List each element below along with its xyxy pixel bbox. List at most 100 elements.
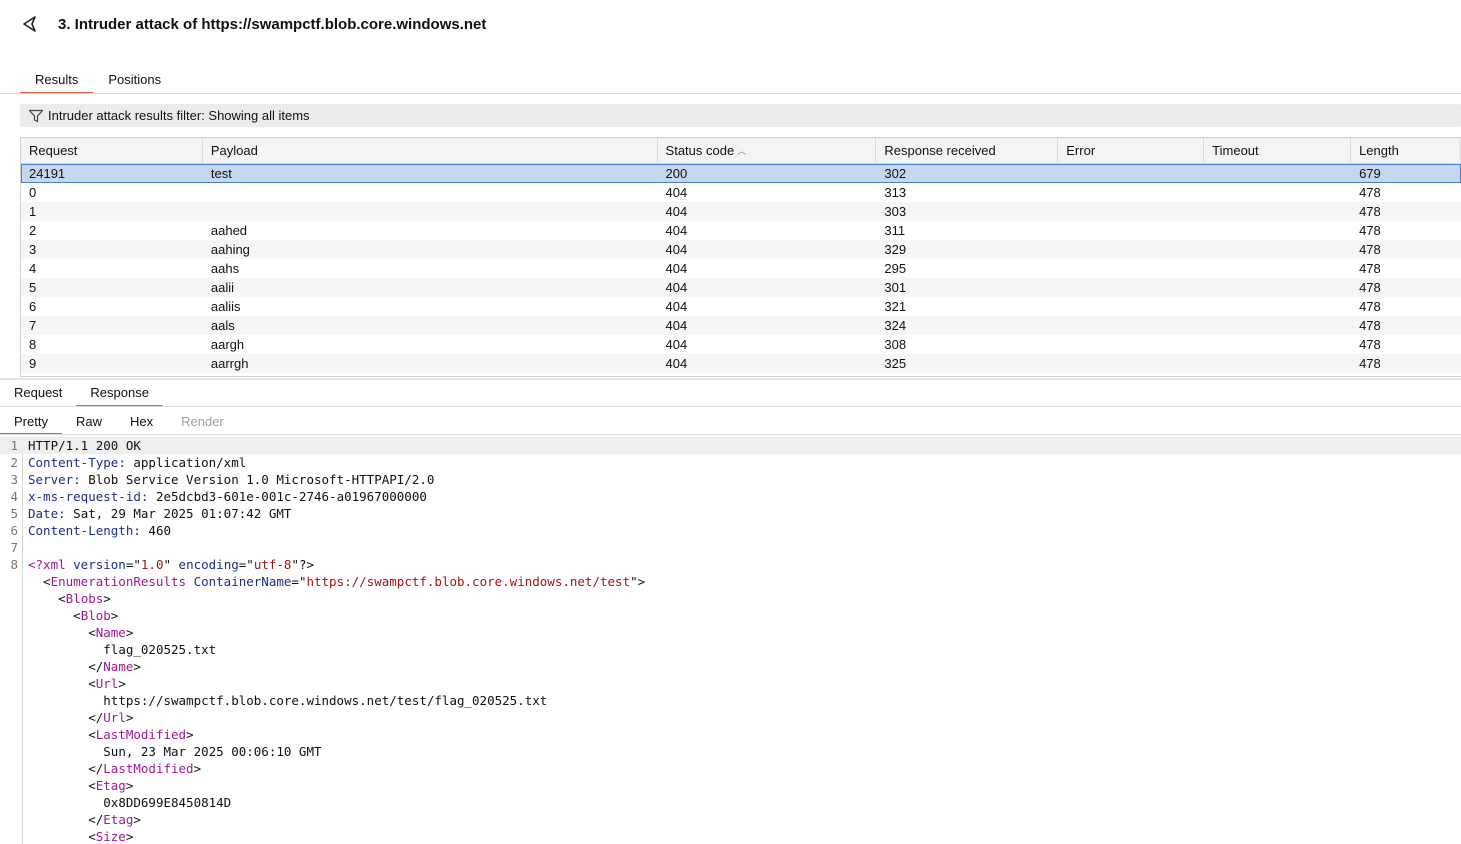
code-value: utf-8 — [253, 557, 292, 572]
code-token: > — [125, 710, 134, 725]
code-token: < — [28, 625, 96, 640]
table-row[interactable]: 1 404 303 478 — [21, 202, 1461, 221]
cell-status: 404 — [665, 299, 688, 314]
title-bar: 3. Intruder attack of https://swampctf.b… — [0, 0, 1461, 50]
code-value: flag_020525.txt — [103, 642, 217, 657]
view-mode-tabs: Pretty Raw Hex Render — [0, 410, 238, 435]
code-token: LastModified — [95, 727, 187, 742]
code-token: > — [118, 676, 126, 691]
cell-payload: aalii — [210, 280, 234, 295]
cell-timeout — [1204, 183, 1351, 202]
code-value: https://swampctf.blob.core.windows.net/t… — [103, 693, 548, 708]
code-text: Sun, 23 Mar 2025 00:06:10 GMT — [28, 743, 321, 760]
cell-timeout — [1204, 259, 1351, 278]
code-lines: 1 HTTP/1.1 200 OK 2 Content-Type: applicati… — [0, 437, 1461, 844]
cell-status: 404 — [665, 356, 688, 371]
code-line: https://swampctf.blob.core.windows.net/t… — [0, 692, 1461, 709]
tab-request[interactable]: Request — [0, 381, 76, 407]
column-header-error[interactable]: Error — [1058, 138, 1205, 164]
cell-payload: aahed — [210, 223, 248, 238]
column-header-status-code[interactable]: Status code ︿ — [658, 138, 877, 164]
code-token: Url — [103, 710, 126, 725]
tab-render: Render — [181, 414, 224, 429]
code-line: 4 x-ms-request-id: 2e5dcbd3-601e-001c-274… — [0, 488, 1461, 505]
code-value: Blob Service Version 1.0 Microsoft-HTTPA… — [88, 472, 435, 487]
results-table: Request Payload Status code ︿ Response re… — [20, 137, 1461, 377]
tab-response[interactable]: Response — [76, 381, 163, 407]
tab-hex[interactable]: Hex — [116, 410, 167, 435]
code-token: > — [110, 608, 119, 623]
code-line: </Etag> — [0, 811, 1461, 828]
cell-request: 2 — [29, 223, 37, 238]
tab-positions[interactable]: Positions — [93, 68, 176, 94]
line-number: 4 — [10, 489, 18, 504]
cell-status: 404 — [665, 185, 688, 200]
cell-error — [1058, 259, 1204, 278]
code-token: : — [133, 523, 149, 538]
code-value: HTTP/1.1 200 OK — [28, 438, 141, 453]
code-token: : — [58, 506, 74, 521]
table-row[interactable]: 8 aargh 404 308 478 — [21, 335, 1461, 354]
code-token: Size — [95, 829, 126, 844]
filter-text: Intruder attack results filter: Showing … — [48, 108, 310, 123]
code-value: 460 — [148, 523, 171, 538]
tab-pretty[interactable]: Pretty — [0, 410, 62, 435]
cell-timeout — [1204, 354, 1351, 373]
code-line: <Blob> — [0, 607, 1461, 624]
code-line: <Url> — [0, 675, 1461, 692]
column-header-timeout[interactable]: Timeout — [1204, 138, 1352, 164]
cell-request: 1 — [29, 204, 37, 219]
code-text: <Name> — [28, 624, 133, 641]
table-row[interactable]: 4 aahs 404 295 478 — [21, 259, 1461, 278]
table-row[interactable]: 0 404 313 478 — [21, 183, 1461, 202]
code-line: 8 <?xml version="1.0" encoding="utf-8"?> — [0, 556, 1461, 573]
tab-raw[interactable]: Raw — [62, 410, 116, 435]
cell-status: 404 — [665, 261, 688, 276]
cell-received: 324 — [884, 318, 907, 333]
results-filter-bar[interactable]: Intruder attack results filter: Showing … — [20, 104, 1461, 127]
code-token: ContainerName — [193, 574, 292, 589]
back-arrow-icon[interactable] — [20, 14, 40, 34]
table-row[interactable]: 24191 test 200 302 679 — [21, 164, 1461, 183]
column-header-response-received[interactable]: Response received — [876, 138, 1059, 164]
tabs-divider — [0, 93, 1461, 94]
cell-status: 404 — [665, 242, 688, 257]
cell-request: 5 — [29, 280, 37, 295]
code-token: < — [28, 829, 96, 844]
column-header-label: Status code — [665, 143, 735, 158]
table-row[interactable]: 6 aaliis 404 321 478 — [21, 297, 1461, 316]
cell-request: 6 — [29, 299, 37, 314]
code-token: =" — [125, 557, 141, 572]
code-token: > — [103, 591, 111, 606]
line-number: 8 — [10, 557, 18, 572]
table-row[interactable]: 2 aahed 404 311 478 — [21, 221, 1461, 240]
code-text: <Url> — [28, 675, 126, 692]
code-line: <Name> — [0, 624, 1461, 641]
column-header-length[interactable]: Length — [1351, 138, 1461, 164]
tab-results[interactable]: Results — [20, 68, 94, 94]
cell-status: 404 — [665, 280, 688, 295]
response-editor[interactable]: 1 HTTP/1.1 200 OK 2 Content-Type: applicati… — [0, 437, 1461, 844]
column-header-request[interactable]: Request — [21, 138, 203, 164]
code-token: "?> — [291, 557, 315, 572]
cell-length: 478 — [1359, 337, 1381, 352]
code-text: flag_020525.txt — [28, 641, 216, 658]
table-header: Request Payload Status code ︿ Response re… — [21, 138, 1461, 164]
table-row[interactable]: 5 aalii 404 301 478 — [21, 278, 1461, 297]
code-token: : — [118, 455, 134, 470]
cell-received: 295 — [884, 261, 907, 276]
cell-payload: aarrgh — [210, 356, 249, 371]
table-body: 24191 test 200 302 679 0 404 313 478 1 404 303 478 2 a… — [21, 164, 1461, 373]
cell-request: 9 — [29, 356, 37, 371]
code-line: </Url> — [0, 709, 1461, 726]
split-divider[interactable] — [0, 378, 1461, 380]
table-row[interactable]: 3 aahing 404 329 478 — [21, 240, 1461, 259]
code-token: > — [193, 761, 202, 776]
message-tabs: Request Response — [0, 381, 163, 407]
code-token: " — [163, 557, 179, 572]
table-row[interactable]: 7 aals 404 324 478 — [21, 316, 1461, 335]
table-row[interactable]: 9 aarrgh 404 325 478 — [21, 354, 1461, 373]
column-header-payload[interactable]: Payload — [203, 138, 658, 164]
